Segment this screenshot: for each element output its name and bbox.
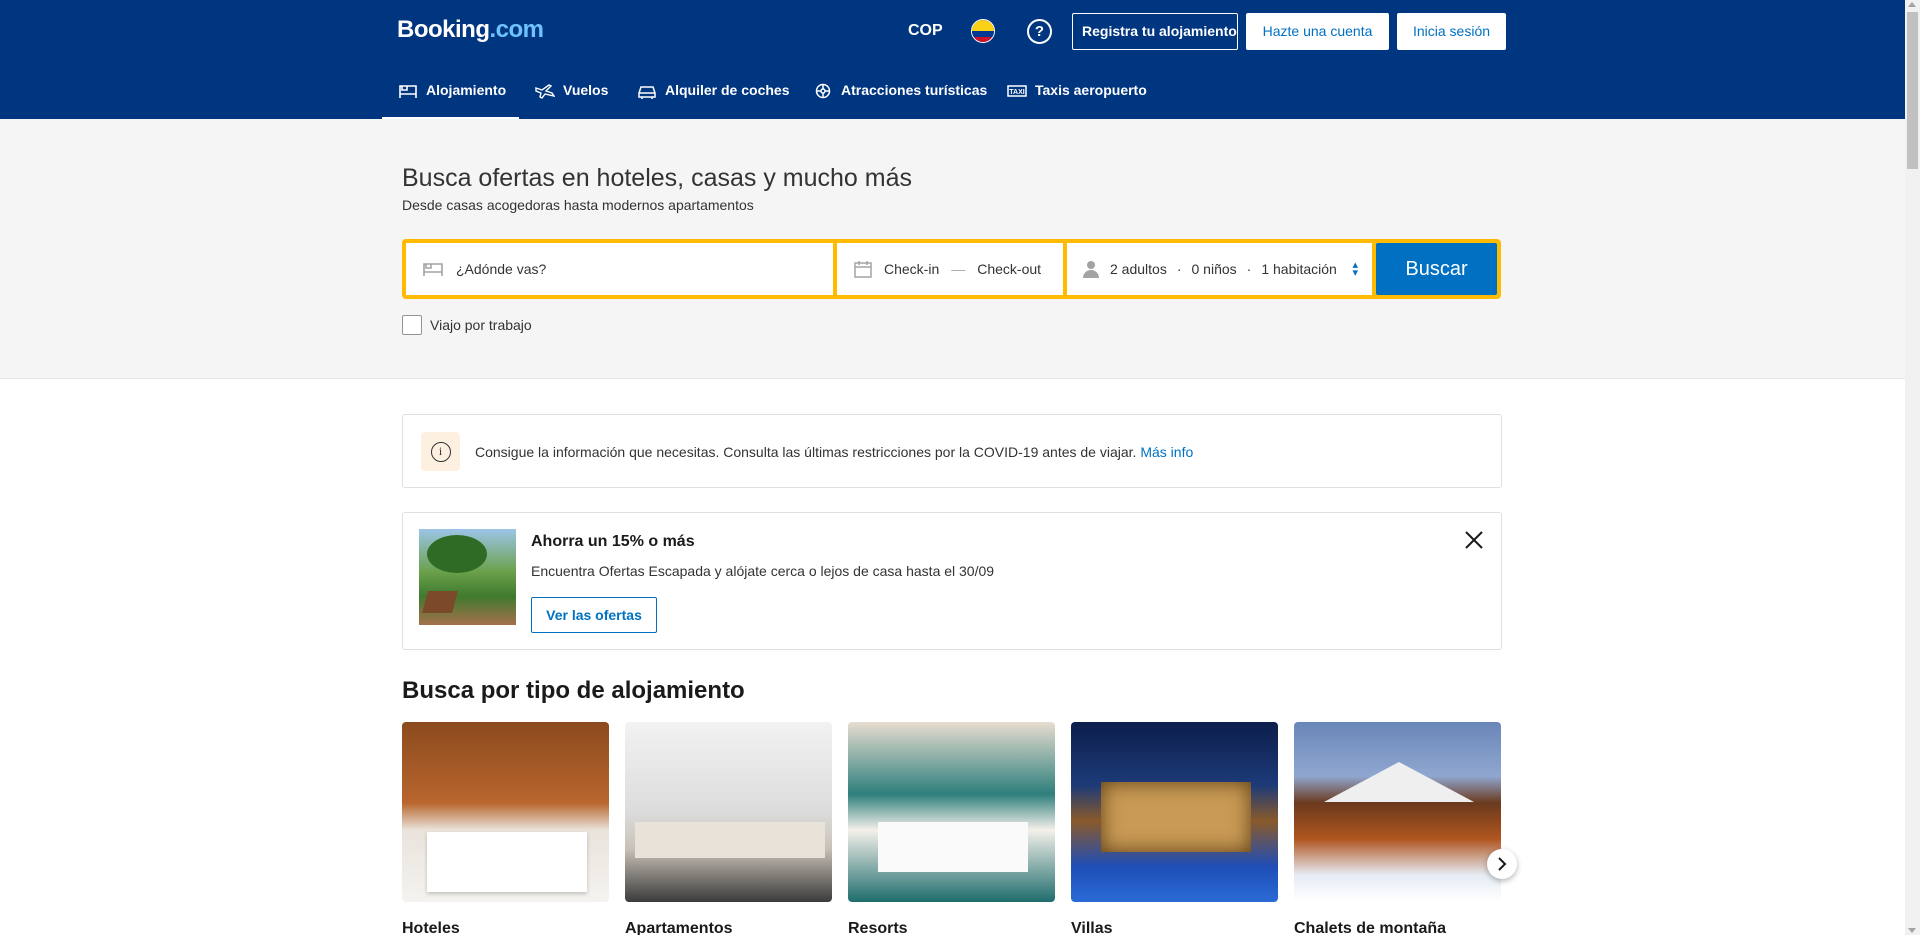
- bed-icon: [399, 85, 417, 98]
- children-count: 0 niños: [1191, 261, 1237, 277]
- work-trip-label: Viajo por trabajo: [430, 317, 532, 333]
- property-type-card[interactable]: Apartamentos: [625, 722, 832, 935]
- covid-notice: i Consigue la información que necesitas.…: [402, 414, 1502, 488]
- person-icon: [1083, 261, 1099, 278]
- hero-subtitle: Desde casas acogedoras hasta modernos ap…: [402, 197, 754, 213]
- rooms-count: 1 habitación: [1261, 261, 1337, 277]
- nav-item-taxis[interactable]: TAXI Taxis aeropuerto: [1007, 74, 1147, 119]
- nav-item-atracciones[interactable]: Atracciones turísticas: [813, 74, 987, 119]
- promo-banner: Ahorra un 15% o más Encuentra Ofertas Es…: [402, 512, 1502, 650]
- bed-icon: [423, 263, 443, 276]
- register-property-button[interactable]: Registra tu alojamiento: [1072, 13, 1238, 50]
- property-type-card[interactable]: Resorts: [848, 722, 1055, 935]
- guests-dot: ·: [1176, 261, 1182, 277]
- nav-item-alojamiento[interactable]: Alojamiento: [382, 74, 519, 119]
- adults-count: 2 adultos: [1110, 261, 1167, 277]
- destination-placeholder: ¿Adónde vas?: [456, 261, 547, 277]
- destination-field[interactable]: ¿Adónde vas?: [406, 243, 833, 295]
- checkin-label: Check-in: [884, 261, 940, 277]
- help-icon[interactable]: ?: [1027, 19, 1052, 44]
- scrollbar-thumb[interactable]: [1907, 12, 1918, 169]
- top-header: Booking.com COP ? Registra tu alojamient…: [0, 0, 1905, 119]
- property-type-image: [1294, 722, 1501, 902]
- property-type-label: Villas: [1071, 920, 1113, 935]
- carousel-next-button[interactable]: [1487, 849, 1517, 879]
- booking-logo[interactable]: Booking.com: [397, 16, 544, 44]
- property-type-image: [625, 722, 832, 902]
- property-types-title: Busca por tipo de alojamiento: [402, 677, 745, 704]
- page-scrollbar[interactable]: [1905, 0, 1920, 935]
- property-type-card[interactable]: Villas: [1071, 722, 1278, 935]
- scroll-down-arrow-icon[interactable]: [1908, 928, 1916, 933]
- main-nav: Alojamiento Vuelos Alquiler de coches At…: [0, 74, 1905, 119]
- property-type-card[interactable]: Chalets de montaña: [1294, 722, 1501, 935]
- updown-chevron-icon: ▴ ▾: [1352, 259, 1358, 279]
- sign-in-button[interactable]: Inicia sesión: [1397, 13, 1506, 50]
- language-flag-icon[interactable]: [971, 19, 995, 43]
- property-type-label: Apartamentos: [625, 920, 733, 935]
- chevron-right-icon: [1498, 857, 1507, 871]
- car-icon: [638, 86, 656, 99]
- plane-icon: [535, 84, 555, 99]
- close-icon[interactable]: [1463, 529, 1485, 551]
- guests-dot: ·: [1246, 261, 1252, 277]
- promo-image: [419, 529, 516, 625]
- guests-field[interactable]: 2 adultos · 0 niños · 1 habitación ▴ ▾: [1067, 243, 1372, 295]
- property-type-label: Hoteles: [402, 920, 460, 935]
- search-button[interactable]: Buscar: [1376, 243, 1497, 295]
- date-field[interactable]: Check-in — Check-out: [837, 243, 1063, 295]
- calendar-icon: [854, 261, 872, 278]
- notice-text: Consigue la información que necesitas. C…: [475, 444, 1194, 460]
- search-hero: Busca ofertas en hoteles, casas y mucho …: [0, 119, 1905, 379]
- taxi-icon: TAXI: [1007, 85, 1027, 97]
- property-type-image: [402, 722, 609, 902]
- property-type-image: [1071, 722, 1278, 902]
- search-bar: ¿Adónde vas? Check-in — Check-out 2 adul…: [402, 239, 1501, 299]
- info-icon: i: [421, 432, 460, 471]
- promo-title: Ahorra un 15% o más: [531, 533, 695, 550]
- checkbox-box[interactable]: [402, 315, 422, 335]
- property-type-label: Chalets de montaña: [1294, 920, 1447, 935]
- nav-item-vuelos[interactable]: Vuelos: [535, 74, 608, 119]
- checkout-label: Check-out: [977, 261, 1042, 277]
- property-type-card[interactable]: Hoteles: [402, 722, 609, 935]
- hero-title: Busca ofertas en hoteles, casas y mucho …: [402, 164, 912, 192]
- currency-selector[interactable]: COP: [908, 22, 943, 40]
- work-trip-checkbox[interactable]: Viajo por trabajo: [402, 315, 532, 335]
- property-type-image: [848, 722, 1055, 902]
- date-separator: —: [951, 261, 966, 277]
- attractions-icon: [815, 83, 831, 99]
- more-info-link[interactable]: Más info: [1140, 444, 1193, 460]
- property-type-label: Resorts: [848, 920, 908, 935]
- svg-text:TAXI: TAXI: [1009, 89, 1024, 96]
- nav-item-coches[interactable]: Alquiler de coches: [637, 74, 789, 119]
- create-account-button[interactable]: Hazte una cuenta: [1246, 13, 1389, 50]
- view-deals-button[interactable]: Ver las ofertas: [531, 597, 657, 633]
- scroll-up-arrow-icon[interactable]: [1908, 2, 1916, 7]
- promo-description: Encuentra Ofertas Escapada y alójate cer…: [531, 563, 995, 579]
